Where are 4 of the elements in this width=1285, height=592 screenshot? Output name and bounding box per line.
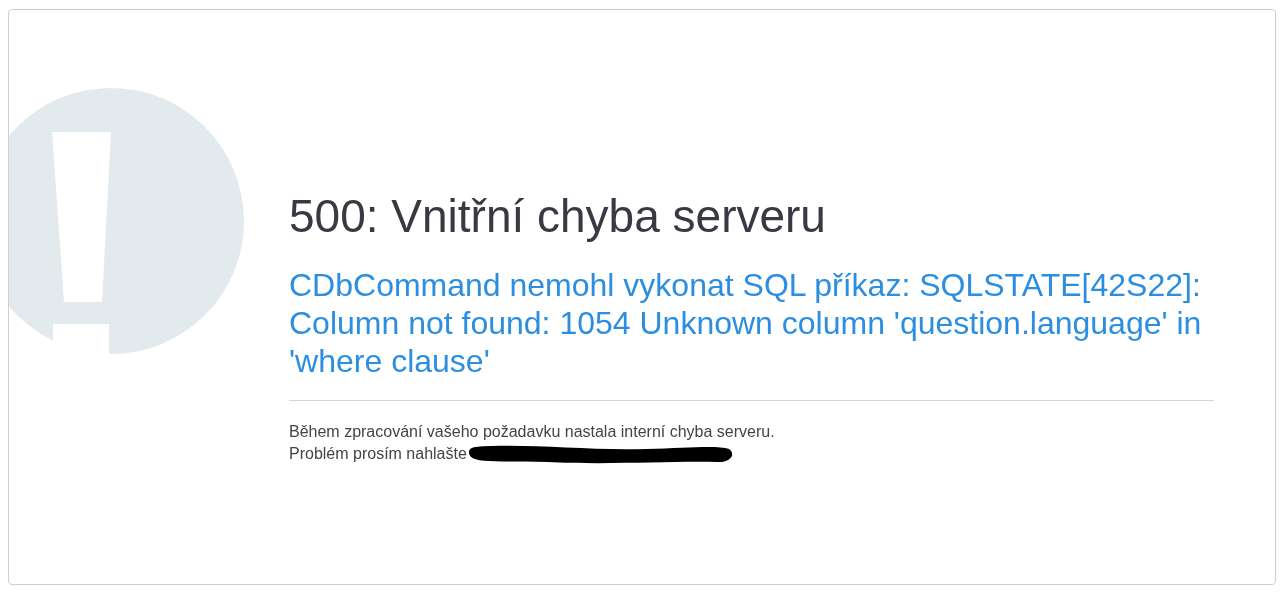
info-text: Problém prosím nahlašte	[289, 444, 467, 464]
info-text: Během zpracování vašeho požadavku nastala interní chyba serveru.	[289, 422, 775, 442]
error-message: CDbCommand nemohl vykonat SQL příkaz: SQLSTATE[42S22]: Column not found: 1054 Unknown column 'question.language' in 'where clause'	[289, 266, 1203, 380]
error-title: 500: Vnitřní chyba serveru	[289, 189, 827, 244]
